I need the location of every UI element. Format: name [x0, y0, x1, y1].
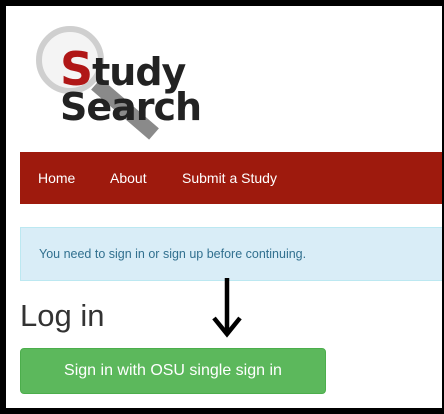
arrow-down-icon	[212, 278, 242, 338]
osu-sso-signin-button[interactable]: Sign in with OSU single sign in	[20, 348, 326, 394]
nav-link-about[interactable]: About	[110, 152, 147, 204]
page-frame: Study Search Home About Submit a Study Y…	[6, 6, 442, 408]
alert-message: You need to sign in or sign up before co…	[39, 247, 307, 261]
info-alert: You need to sign in or sign up before co…	[20, 227, 442, 281]
nav-link-submit-study[interactable]: Submit a Study	[182, 152, 277, 204]
main-navbar: Home About Submit a Study	[20, 152, 442, 204]
page-title: Log in	[20, 298, 105, 333]
nav-link-home[interactable]: Home	[38, 152, 75, 204]
logo-text-search: Search	[60, 85, 202, 129]
site-logo[interactable]: Study Search	[26, 20, 206, 142]
